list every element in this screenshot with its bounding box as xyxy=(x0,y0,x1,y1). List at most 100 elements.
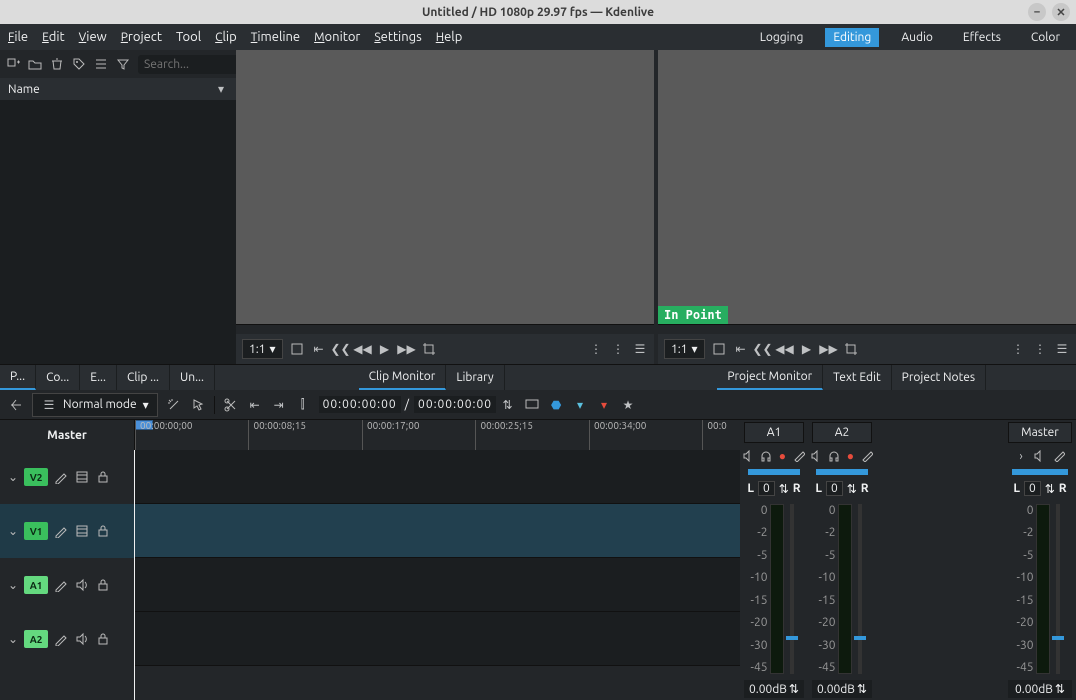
tab-library[interactable]: Library xyxy=(446,365,504,390)
master-head[interactable]: Master xyxy=(0,420,134,450)
playhead[interactable] xyxy=(134,450,135,700)
proj-prev-frame-icon[interactable]: ❮❮ xyxy=(755,341,771,357)
spacer-left-icon[interactable]: ⇤ xyxy=(247,397,263,413)
filter-icon[interactable] xyxy=(116,57,130,71)
tab-project-notes[interactable]: Project Notes xyxy=(892,365,986,390)
hamburger-icon[interactable]: ☰ xyxy=(632,341,648,357)
list-icon[interactable] xyxy=(94,57,108,71)
bin-body[interactable] xyxy=(0,100,236,364)
mute-icon[interactable] xyxy=(1032,448,1048,464)
proj-dots2-icon[interactable]: ⋮ xyxy=(1032,341,1048,357)
speaker-icon[interactable] xyxy=(75,578,90,593)
menu-file[interactable]: File xyxy=(8,30,28,44)
spacer-right-icon[interactable]: ⇥ xyxy=(271,397,287,413)
mode-effects[interactable]: Effects xyxy=(955,28,1009,47)
track-compositing-icon[interactable] xyxy=(8,397,24,413)
minimize-button[interactable]: – xyxy=(1028,3,1046,21)
menu-edit[interactable]: Edit xyxy=(42,30,65,44)
proj-crop-icon[interactable] xyxy=(843,341,859,357)
menu-tool[interactable]: Tool xyxy=(176,30,201,44)
trim-icon[interactable]: ⫿ xyxy=(295,397,311,413)
film-icon[interactable] xyxy=(75,524,90,539)
track-head-a1[interactable]: ⌄ A1 xyxy=(0,558,134,612)
prev-frame-icon[interactable]: ❮❮ xyxy=(333,341,349,357)
crop-icon[interactable] xyxy=(421,341,437,357)
edit-icon[interactable] xyxy=(54,632,69,647)
clip-monitor-ruler[interactable] xyxy=(236,324,654,334)
stepper-icon[interactable]: ⇅ xyxy=(847,482,857,496)
menu-settings[interactable]: Settings xyxy=(374,30,421,44)
tab-text-edit[interactable]: Text Edit xyxy=(823,365,892,390)
magic-wand-icon[interactable] xyxy=(166,397,182,413)
proj-hamburger-icon[interactable]: ☰ xyxy=(1054,341,1070,357)
film-icon[interactable] xyxy=(75,470,90,485)
lock-icon[interactable] xyxy=(96,470,111,485)
volume-slider[interactable] xyxy=(790,504,794,674)
menu-timeline[interactable]: Timeline xyxy=(251,30,300,44)
screen-icon[interactable] xyxy=(524,397,540,413)
razor-icon[interactable] xyxy=(223,397,239,413)
tc-stepper-icon[interactable]: ⇅ xyxy=(500,397,516,413)
mute-icon[interactable] xyxy=(810,448,824,464)
marker-red-icon[interactable]: ▾ xyxy=(596,397,612,413)
timeline-ruler[interactable]: 00:00:00;00 00:00:08;15 00:00:17;00 00:0… xyxy=(134,420,740,450)
collapse-icon[interactable]: ⌄ xyxy=(8,578,18,592)
proj-dots-icon[interactable]: ⋮ xyxy=(1010,341,1026,357)
volume-slider[interactable] xyxy=(858,504,862,674)
balance-value[interactable]: 0 xyxy=(758,481,775,496)
db-readout[interactable]: 0.00dB⇅ xyxy=(1008,680,1072,698)
track-head-a2[interactable]: ⌄ A2 xyxy=(0,612,134,666)
track-bodies[interactable] xyxy=(134,450,740,700)
stepper-icon[interactable]: ⇅ xyxy=(779,482,789,496)
collapse-icon[interactable]: ⌄ xyxy=(8,470,18,484)
tab-undo[interactable]: Un... xyxy=(170,365,215,390)
collapse-icon[interactable]: ⌄ xyxy=(8,632,18,646)
tab-effects[interactable]: E... xyxy=(80,365,117,390)
track-body-v1[interactable] xyxy=(134,504,740,558)
forward-icon[interactable]: ▶▶ xyxy=(399,341,415,357)
volume-slider[interactable] xyxy=(1056,504,1060,674)
menu-project[interactable]: Project xyxy=(121,30,162,44)
tab-clip-monitor[interactable]: Clip Monitor xyxy=(359,365,447,390)
menu-monitor[interactable]: Monitor xyxy=(314,30,360,44)
menu-view[interactable]: View xyxy=(79,30,107,44)
speaker-icon[interactable] xyxy=(75,632,90,647)
balance-value[interactable]: 0 xyxy=(826,481,843,496)
tab-project-bin[interactable]: P... xyxy=(0,365,36,390)
fx-icon[interactable] xyxy=(1051,448,1067,464)
dots-icon[interactable]: ⋮ xyxy=(588,341,604,357)
play-icon[interactable]: ▶ xyxy=(377,341,393,357)
track-body-v2[interactable] xyxy=(134,450,740,504)
track-head-v2[interactable]: ⌄ V2 xyxy=(0,450,134,504)
trash-icon[interactable] xyxy=(50,57,64,71)
tab-project-monitor[interactable]: Project Monitor xyxy=(717,365,823,390)
clip-zoom-combo[interactable]: 1:1▾ xyxy=(242,339,283,359)
tab-clip-properties[interactable]: Clip ... xyxy=(117,365,170,390)
proj-zoom-combo[interactable]: 1:1▾ xyxy=(664,339,705,359)
collapse-icon[interactable]: ⌄ xyxy=(8,524,18,538)
nodes-icon[interactable]: ⬣ xyxy=(548,397,564,413)
record-icon[interactable]: ● xyxy=(844,448,858,464)
menu-help[interactable]: Help xyxy=(436,30,463,44)
add-clip-icon[interactable] xyxy=(6,57,20,71)
mode-editing[interactable]: Editing xyxy=(825,28,879,47)
set-in-icon[interactable] xyxy=(289,341,305,357)
edit-icon[interactable] xyxy=(54,524,69,539)
lock-icon[interactable] xyxy=(96,524,111,539)
db-readout[interactable]: 0.00dB⇅ xyxy=(812,680,872,698)
balance-value[interactable]: 0 xyxy=(1024,481,1041,496)
fx-icon[interactable] xyxy=(860,448,874,464)
dots2-icon[interactable]: ⋮ xyxy=(610,341,626,357)
tab-compositions[interactable]: Co... xyxy=(36,365,80,390)
project-monitor-view[interactable]: In Point xyxy=(658,50,1076,324)
go-start-icon[interactable]: ⇤ xyxy=(311,341,327,357)
balance-slider[interactable] xyxy=(1012,469,1068,475)
tag-icon[interactable] xyxy=(72,57,86,71)
fx-icon[interactable] xyxy=(792,448,806,464)
bin-column-header[interactable]: Name ▾ xyxy=(0,78,236,100)
mute-icon[interactable] xyxy=(742,448,756,464)
lock-icon[interactable] xyxy=(96,578,111,593)
track-body-a1[interactable] xyxy=(134,558,740,612)
proj-forward-icon[interactable]: ▶▶ xyxy=(821,341,837,357)
menu-clip[interactable]: Clip xyxy=(215,30,237,44)
